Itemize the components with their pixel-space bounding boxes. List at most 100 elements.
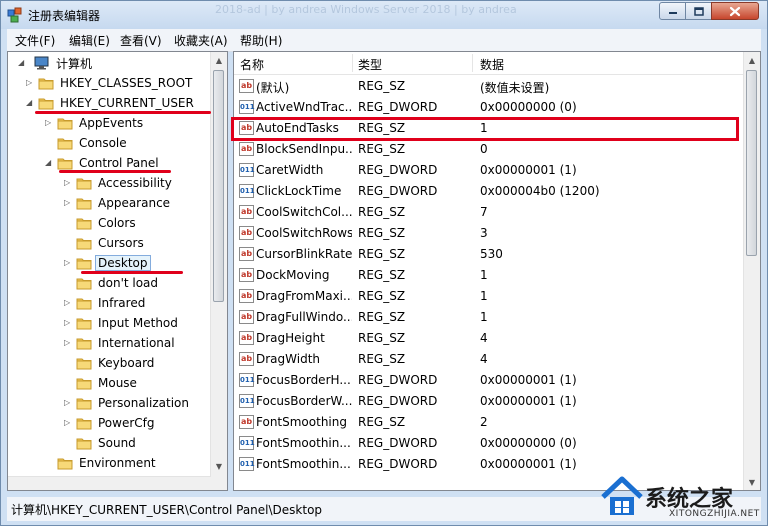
expand-arrow-icon[interactable]: ▷ <box>64 418 70 427</box>
column-type[interactable]: 类型 <box>358 56 382 73</box>
binary-value-icon: 011 <box>239 163 255 177</box>
close-button[interactable] <box>711 2 759 20</box>
registry-app-icon <box>7 7 22 23</box>
tree-item[interactable]: ▷ Personalization <box>64 394 191 412</box>
watermark-subtext: XITONGZHIJIA.NET <box>669 509 760 519</box>
expand-arrow-icon[interactable]: ▷ <box>26 78 32 87</box>
list-row[interactable]: ab CursorBlinkRate REG_SZ 530 <box>234 244 744 265</box>
tree-item[interactable]: ▷ HKEY_CLASSES_ROOT <box>26 74 194 92</box>
menu-help[interactable]: 帮助(H) <box>240 32 282 49</box>
expand-arrow-icon[interactable]: ▷ <box>45 118 51 127</box>
cell-name: FocusBorderW... <box>256 394 352 408</box>
annotation-underline-hkcu <box>35 111 211 114</box>
cell-data: (数值未设置) <box>480 81 550 95</box>
expand-arrow-icon[interactable]: ▷ <box>64 298 70 307</box>
cell-name: CoolSwitchCol... <box>256 205 352 219</box>
expand-arrow-icon[interactable]: ▷ <box>64 338 70 347</box>
list-vertical-scrollbar[interactable]: ▲ ▼ <box>743 52 760 490</box>
scroll-up-icon[interactable]: ▲ <box>744 52 760 68</box>
expand-arrow-icon[interactable]: ▷ <box>64 258 70 267</box>
cell-type: REG_SZ <box>358 289 406 303</box>
string-value-icon: ab <box>239 205 254 219</box>
string-value-icon: ab <box>239 268 254 282</box>
cell-data: 530 <box>480 247 503 261</box>
column-name[interactable]: 名称 <box>240 56 264 73</box>
list-row[interactable]: 011 CaretWidth REG_DWORD 0x00000001 (1) <box>234 160 744 181</box>
tree-item[interactable]: Environment <box>57 454 158 472</box>
tree-label: Infrared <box>98 296 146 310</box>
expand-arrow-icon[interactable]: ◢ <box>45 158 51 167</box>
expand-arrow-icon[interactable]: ◢ <box>18 58 24 67</box>
maximize-button[interactable] <box>685 2 712 20</box>
expand-arrow-icon[interactable]: ▷ <box>64 398 70 407</box>
expand-arrow-icon[interactable]: ▷ <box>64 178 70 187</box>
list-row[interactable]: ab DragFullWindo... REG_SZ 1 <box>234 307 744 328</box>
cell-type: REG_SZ <box>358 79 406 93</box>
cell-data: 0x00000000 (0) <box>480 436 577 450</box>
column-data[interactable]: 数据 <box>480 56 504 73</box>
tree-item[interactable]: ▷ Desktop <box>64 254 151 272</box>
tree-label: PowerCfg <box>98 416 155 430</box>
tree-item[interactable]: Sound <box>76 434 138 452</box>
tree-item[interactable]: Colors <box>76 214 138 232</box>
house-logo-icon <box>601 476 643 515</box>
tree-item[interactable]: ▷ AppEvents <box>45 114 145 132</box>
expand-arrow-icon[interactable]: ▷ <box>64 318 70 327</box>
menu-view[interactable]: 查看(V) <box>120 32 162 49</box>
folder-icon <box>76 178 92 190</box>
column-separator[interactable] <box>352 54 353 72</box>
binary-value-icon: 011 <box>239 373 255 387</box>
scroll-thumb[interactable] <box>746 70 757 256</box>
list-row[interactable]: ab CoolSwitchCol... REG_SZ 7 <box>234 202 744 223</box>
tree-item[interactable]: ▷ Accessibility <box>64 174 174 192</box>
tree-item[interactable]: ▷ Appearance <box>64 194 172 212</box>
cell-data: 4 <box>480 331 488 345</box>
tree-root-computer[interactable]: ◢ 计算机 <box>18 54 94 72</box>
list-row[interactable]: 011 FocusBorderW... REG_DWORD 0x00000001 (1… <box>234 391 744 412</box>
tree-item[interactable]: ▷ PowerCfg <box>64 414 157 432</box>
expand-arrow-icon[interactable]: ▷ <box>64 198 70 207</box>
expand-arrow-icon[interactable]: ◢ <box>26 98 32 107</box>
title-bar[interactable]: 注册表编辑器 2018-ad | by andrea Windows Serve… <box>1 1 767 29</box>
cell-name: FocusBorderH... <box>256 373 351 387</box>
list-row[interactable]: ab DragWidth REG_SZ 4 <box>234 349 744 370</box>
tree-item[interactable]: Mouse <box>76 374 139 392</box>
minimize-button[interactable] <box>659 2 686 20</box>
list-row[interactable]: ab FontSmoothing REG_SZ 2 <box>234 412 744 433</box>
tree-item[interactable]: Cursors <box>76 234 146 252</box>
annotation-box-autoendtasks <box>231 117 739 141</box>
list-row[interactable]: ab DragHeight REG_SZ 4 <box>234 328 744 349</box>
list-row[interactable]: ab CoolSwitchRows REG_SZ 3 <box>234 223 744 244</box>
tree-item[interactable]: ◢ HKEY_CURRENT_USER <box>26 94 196 112</box>
tree-item[interactable]: ▷ Infrared <box>64 294 147 312</box>
list-row[interactable]: 011 FocusBorderH... REG_DWORD 0x00000001 (1… <box>234 370 744 391</box>
scroll-thumb[interactable] <box>213 70 224 302</box>
tree-vertical-scrollbar[interactable]: ▲ ▼ <box>210 52 227 490</box>
list-row[interactable]: ab (默认) REG_SZ (数值未设置) <box>234 76 744 97</box>
menu-favorites[interactable]: 收藏夹(A) <box>174 32 228 49</box>
list-row[interactable]: ab BlockSendInpu... REG_SZ 0 <box>234 139 744 160</box>
tree-item[interactable]: don't load <box>76 274 160 292</box>
menu-file[interactable]: 文件(F) <box>15 32 55 49</box>
tree-item[interactable]: Console <box>57 134 129 152</box>
menu-edit[interactable]: 编辑(E) <box>69 32 110 49</box>
column-separator[interactable] <box>472 54 473 72</box>
list-row[interactable]: 011 FontSmoothin... REG_DWORD 0x00000000 (0… <box>234 433 744 454</box>
cell-type: REG_SZ <box>358 331 406 345</box>
menu-bar: 文件(F) 编辑(E) 查看(V) 收藏夹(A) 帮助(H) <box>7 29 761 52</box>
list-row[interactable]: 011 ActiveWndTrac... REG_DWORD 0x00000000 (… <box>234 97 744 118</box>
cell-name: FontSmoothing <box>256 415 347 429</box>
tree-horizontal-scrollbar[interactable] <box>8 476 211 490</box>
list-row[interactable]: 011 ClickLockTime REG_DWORD 0x000004b0 (120… <box>234 181 744 202</box>
tree-item[interactable]: ▷ Input Method <box>64 314 180 332</box>
status-path: 计算机\HKEY_CURRENT_USER\Control Panel\Desk… <box>11 503 323 517</box>
tree-item[interactable]: ▷ International <box>64 334 177 352</box>
list-row[interactable]: ab DragFromMaxi... REG_SZ 1 <box>234 286 744 307</box>
scroll-up-icon[interactable]: ▲ <box>211 52 227 68</box>
cell-name: DragHeight <box>256 331 325 345</box>
list-row[interactable]: ab DockMoving REG_SZ 1 <box>234 265 744 286</box>
scroll-down-icon[interactable]: ▼ <box>211 458 227 474</box>
cell-type: REG_DWORD <box>358 457 438 471</box>
cell-type: REG_SZ <box>358 205 406 219</box>
tree-item[interactable]: Keyboard <box>76 354 156 372</box>
